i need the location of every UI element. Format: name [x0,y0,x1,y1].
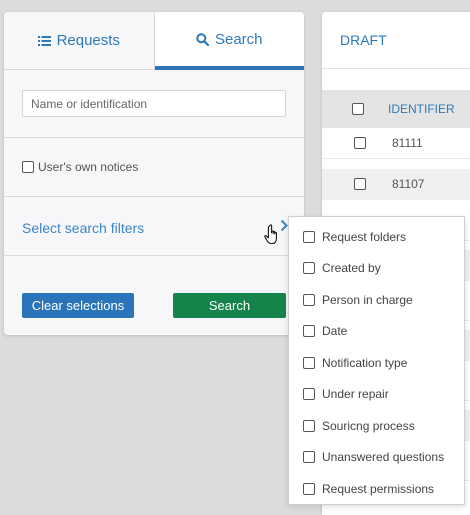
filter-option-label: Request folders [322,230,407,244]
filter-option-label: Request permissions [322,482,435,496]
filter-checkbox[interactable] [303,420,315,432]
own-notices-checkbox[interactable]: User's own notices [22,160,138,174]
filter-checkbox[interactable] [303,451,315,463]
filter-checkbox[interactable] [303,262,315,274]
search-filters-dropdown: Request folders Created by Person in cha… [288,216,465,505]
filter-checkbox[interactable] [303,325,315,337]
filter-option-request-folders[interactable]: Request folders [303,230,406,244]
table-row[interactable]: 81107 [322,169,470,200]
filter-checkbox[interactable] [303,294,315,306]
tab-requests[interactable]: Requests [4,12,155,70]
column-header-identifier[interactable]: IDENTIFIER [388,102,455,116]
filter-option-label: Person in charge [322,293,413,307]
table-row[interactable]: 81111 [322,128,470,159]
row-checkbox[interactable] [354,137,366,149]
search-button[interactable]: Search [173,293,286,318]
filter-option-label: Unanswered questions [322,450,445,464]
filter-option-date[interactable]: Date [303,324,347,338]
divider [322,68,470,69]
draft-title: DRAFT [340,32,387,48]
filter-option-label: Souricng process [322,419,415,433]
clear-selections-button[interactable]: Clear selections [22,293,134,318]
search-icon [196,32,209,46]
identifier-cell: 81111 [392,136,423,150]
filter-checkbox[interactable] [303,231,315,243]
filter-option-label: Created by [322,261,381,275]
divider [4,255,304,256]
divider [4,196,304,197]
search-panel-tabs: Requests Search [4,12,304,70]
filter-option-under-repair[interactable]: Under repair [303,387,389,401]
own-notices-label: User's own notices [38,160,139,174]
filter-option-unanswered-questions[interactable]: Unanswered questions [303,450,444,464]
checkbox-box[interactable] [22,161,34,173]
filter-option-label: Date [322,324,348,338]
filter-checkbox[interactable] [303,483,315,495]
filter-option-label: Notification type [322,356,408,370]
filter-option-label: Under repair [322,387,389,401]
select-search-filters-toggle[interactable]: Select search filters [22,218,288,238]
tab-requests-label: Requests [56,32,120,49]
list-icon [37,35,51,47]
filter-option-notification-type[interactable]: Notification type [303,356,407,370]
filter-option-request-permissions[interactable]: Request permissions [303,482,434,496]
select-all-checkbox[interactable] [352,103,364,115]
hand-pointer-cursor-icon [264,224,282,246]
search-panel: Requests Search User's own notices Selec… [4,12,304,335]
table-header: IDENTIFIER [322,90,470,128]
filter-checkbox[interactable] [303,388,315,400]
filter-option-person-in-charge[interactable]: Person in charge [303,293,413,307]
identifier-cell: 81107 [392,177,425,191]
filter-option-sourcing-process[interactable]: Souricng process [303,419,415,433]
search-input[interactable] [22,90,286,117]
filter-checkbox[interactable] [303,357,315,369]
divider [4,137,304,138]
row-checkbox[interactable] [354,178,366,190]
tab-search[interactable]: Search [154,12,304,70]
filter-option-created-by[interactable]: Created by [303,261,381,275]
select-search-filters-label: Select search filters [22,220,145,236]
tab-search-label: Search [214,30,263,48]
